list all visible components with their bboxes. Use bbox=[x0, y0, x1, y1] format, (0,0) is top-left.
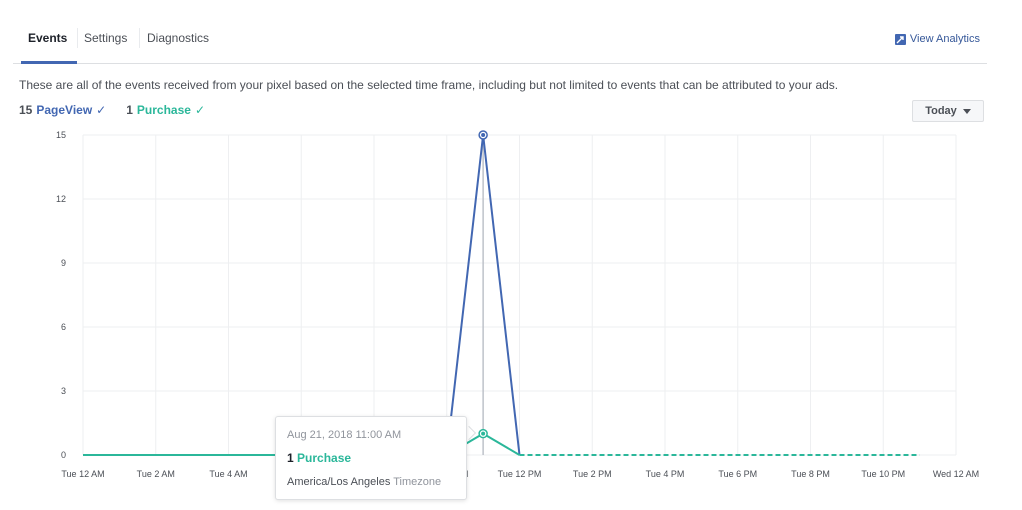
tooltip-date: Aug 21, 2018 11:00 AM bbox=[287, 429, 402, 441]
y-tick-label: 6 bbox=[61, 322, 66, 332]
events-chart: 0 3 6 9 12 15 Tue 12 AM Tue 2 AM Tue 4 AM Tue 6 … bbox=[56, 130, 979, 479]
x-tick-label: Tue 4 AM bbox=[209, 469, 247, 479]
x-tick-label: Tue 8 PM bbox=[791, 469, 830, 479]
tooltip-value: 1 Purchase bbox=[287, 451, 351, 465]
y-tick-label: 3 bbox=[61, 386, 66, 396]
purchase-point bbox=[481, 431, 486, 436]
y-tick-label: 9 bbox=[61, 258, 66, 268]
x-axis-ticks: Tue 12 AMTue 2 AMTue 4 AMTue 6 AMTue 8 A… bbox=[61, 469, 979, 479]
chart-grid bbox=[82, 134, 957, 456]
timezone-label: Timezone bbox=[393, 476, 442, 488]
x-tick-label: Tue 10 PM bbox=[861, 469, 905, 479]
y-tick-label: 0 bbox=[61, 450, 66, 460]
timezone-name: America/Los Angeles bbox=[287, 476, 391, 488]
tooltip-timezone: America/Los Angeles Timezone bbox=[287, 476, 441, 488]
x-tick-label: Wed 12 AM bbox=[933, 469, 979, 479]
chart-series bbox=[83, 130, 920, 456]
y-tick-label: 12 bbox=[56, 194, 66, 204]
x-tick-label: Tue 4 PM bbox=[646, 469, 685, 479]
x-tick-label: Tue 12 AM bbox=[61, 469, 104, 479]
x-tick-label: Tue 6 PM bbox=[718, 469, 757, 479]
tooltip-count: 1 bbox=[287, 451, 294, 465]
pageview-point bbox=[481, 133, 486, 137]
x-tick-label: Tue 2 AM bbox=[137, 469, 175, 479]
y-axis-ticks: 0 3 6 9 12 15 bbox=[56, 130, 66, 460]
x-tick-label: Tue 2 PM bbox=[573, 469, 612, 479]
x-tick-label: Tue 12 PM bbox=[498, 469, 542, 479]
chart-tooltip: Aug 21, 2018 11:00 AM 1 Purchase America… bbox=[275, 416, 467, 500]
tooltip-event: Purchase bbox=[297, 451, 352, 465]
y-tick-label: 15 bbox=[56, 130, 66, 140]
